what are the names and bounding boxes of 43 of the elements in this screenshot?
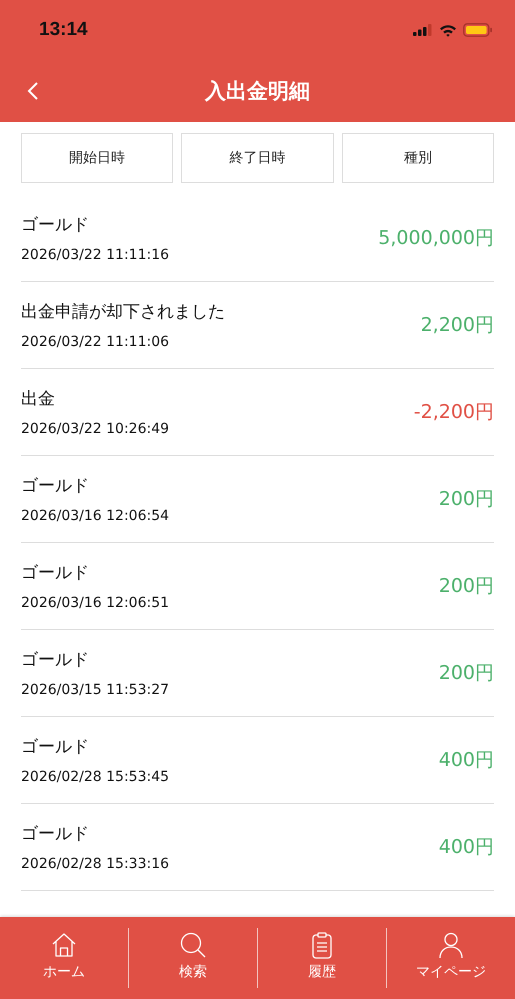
tab-bar-item[interactable]: ホーム bbox=[0, 931, 128, 985]
filter-button[interactable]: 開始日時 bbox=[21, 133, 174, 183]
transaction-title: ゴールド bbox=[21, 649, 90, 671]
tab-bar-item[interactable]: マイページ bbox=[387, 931, 515, 985]
page-title: 入出金明細 bbox=[205, 78, 310, 105]
transaction-date: 2026/03/22 10:26:49 bbox=[21, 421, 170, 437]
tab-bar-item[interactable]: 検索 bbox=[129, 931, 257, 985]
search-icon bbox=[178, 931, 207, 959]
transaction-date: 2026/03/22 11:11:16 bbox=[21, 247, 170, 263]
tab-label: 検索 bbox=[178, 963, 207, 981]
tab-label: ホーム bbox=[42, 963, 85, 981]
filter-button[interactable]: 種別 bbox=[342, 133, 494, 183]
transaction-title: 出金申請が却下されました bbox=[21, 301, 225, 323]
transaction-date: 2026/03/16 12:06:54 bbox=[21, 508, 170, 524]
transaction-title: ゴールド bbox=[21, 562, 90, 584]
tab-label: マイページ bbox=[416, 963, 486, 981]
wifi-icon bbox=[439, 24, 457, 36]
transaction-date: 2026/03/16 12:06:51 bbox=[21, 595, 170, 611]
transaction-date: 2026/03/22 11:11:06 bbox=[21, 334, 170, 350]
transaction-amount: 2,200円 bbox=[420, 313, 494, 338]
transaction-amount: -2,200円 bbox=[414, 400, 494, 425]
transaction-date: 2026/03/15 11:53:27 bbox=[21, 682, 170, 698]
transaction-amount: 400円 bbox=[438, 748, 494, 773]
transaction-amount: 200円 bbox=[438, 487, 494, 512]
tab-label: 履歴 bbox=[308, 963, 336, 981]
transaction-title: ゴールド bbox=[21, 475, 90, 497]
person-icon bbox=[437, 931, 466, 959]
signal-icon bbox=[413, 24, 433, 36]
transaction-amount: 200円 bbox=[438, 574, 494, 599]
transaction-amount: 200円 bbox=[438, 661, 494, 686]
transaction-title: ゴールド bbox=[21, 214, 90, 236]
status-time: 13:14 bbox=[39, 19, 88, 41]
transaction-date: 2026/02/28 15:53:45 bbox=[21, 769, 170, 785]
transaction-title: 出金 bbox=[21, 388, 56, 410]
tab-bar-item[interactable]: 履歴 bbox=[258, 931, 386, 985]
battery-icon bbox=[463, 23, 493, 37]
transaction-title: ゴールド bbox=[21, 736, 90, 758]
transaction-date: 2026/02/28 15:33:16 bbox=[21, 856, 170, 872]
transaction-title: ゴールド bbox=[21, 823, 90, 845]
filter-button[interactable]: 終了日時 bbox=[181, 133, 334, 183]
transaction-amount: 5,000,000円 bbox=[378, 226, 494, 251]
back-icon[interactable] bbox=[27, 81, 39, 101]
transaction-amount: 400円 bbox=[438, 835, 494, 860]
